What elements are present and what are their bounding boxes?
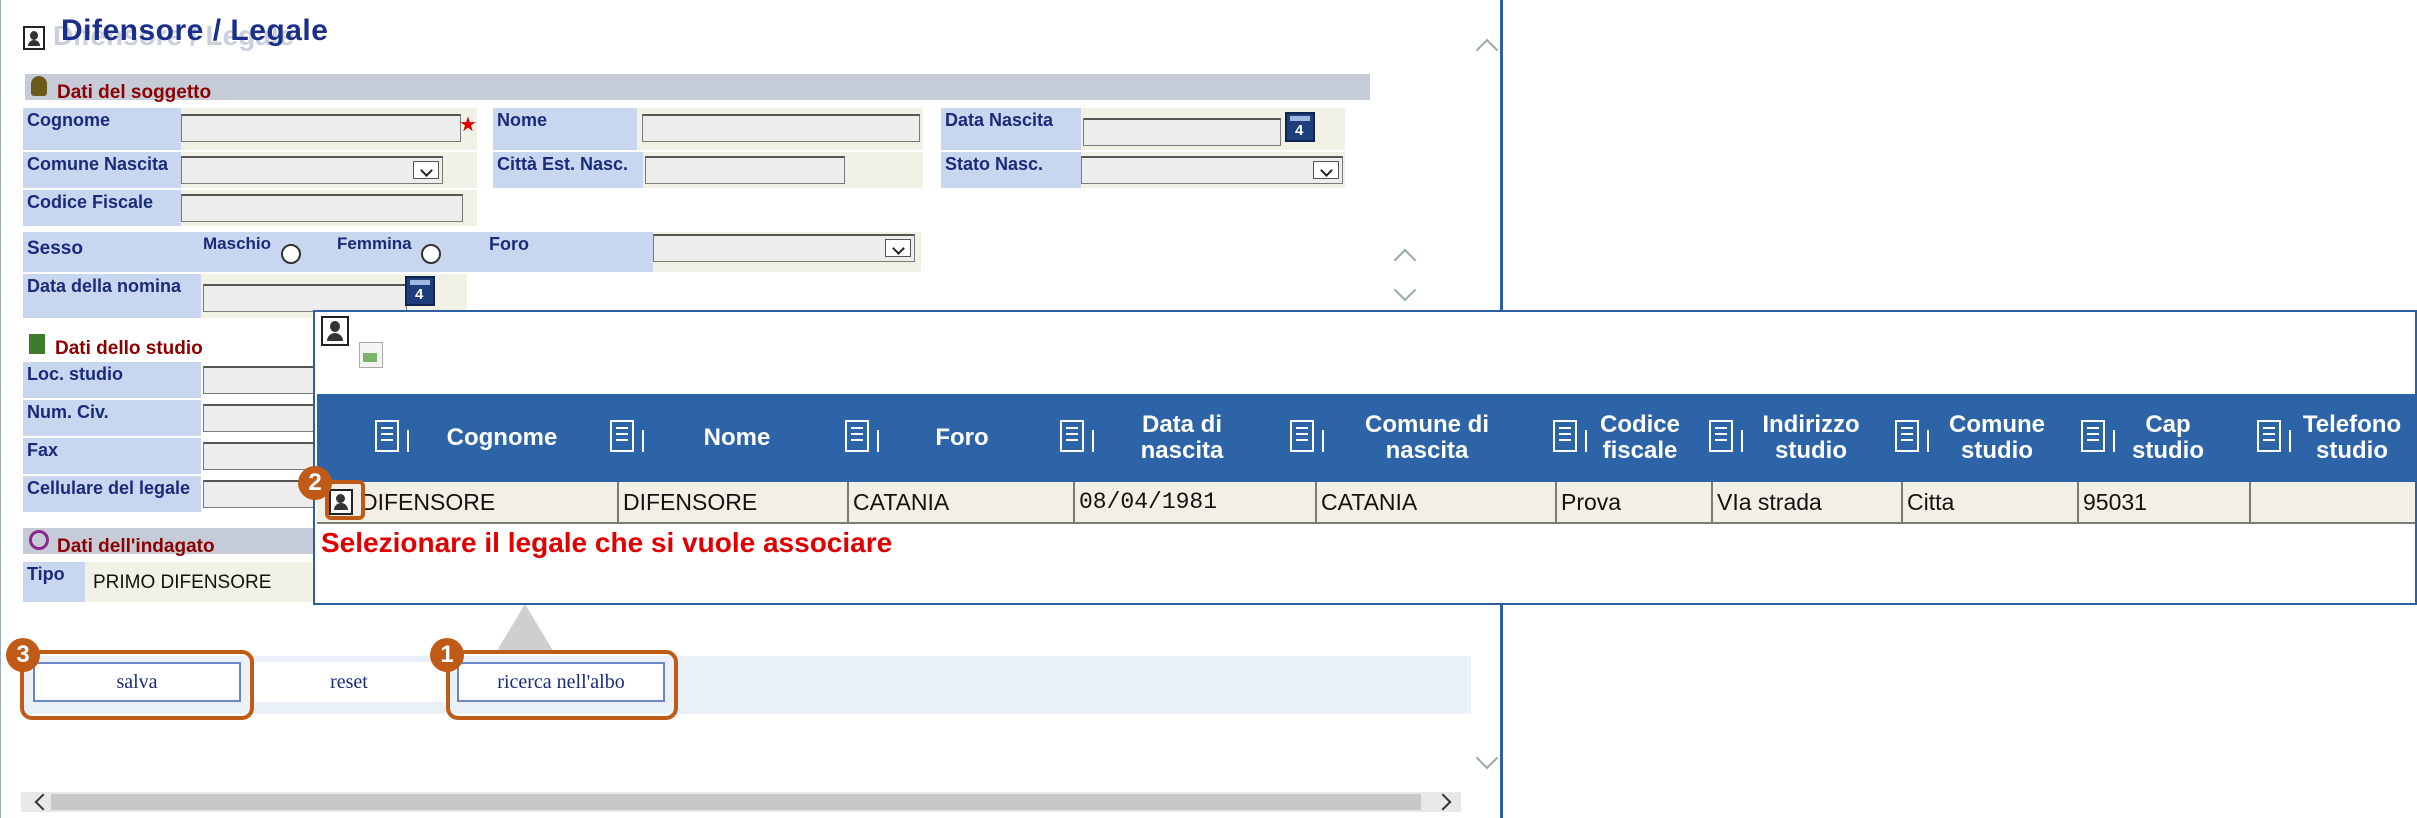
calendar-icon[interactable] xyxy=(1285,112,1315,142)
col-nome[interactable]: Nome xyxy=(602,394,832,482)
nome-label: Nome xyxy=(493,108,637,150)
scroll-down-icon[interactable] xyxy=(1475,746,1499,770)
tipo-label: Tipo xyxy=(23,562,85,602)
fax-label: Fax xyxy=(23,438,201,474)
femmina-label: Femmina xyxy=(337,234,412,253)
callout-salva xyxy=(20,650,254,720)
sort-icon[interactable] xyxy=(375,420,409,452)
cognome-input[interactable] xyxy=(181,114,461,142)
popup-pointer xyxy=(495,604,555,654)
sort-icon[interactable] xyxy=(1895,420,1929,452)
cell-data-nascita: 08/04/1981 xyxy=(1075,482,1317,522)
maschio-label: Maschio xyxy=(203,234,272,253)
loc-studio-input[interactable] xyxy=(203,366,315,394)
sort-icon[interactable] xyxy=(1553,420,1587,452)
albo-search-popup: Cognome Nome Foro Data di nascita Comune… xyxy=(313,310,2417,605)
col-telefono-studio[interactable]: Telefono studio xyxy=(2249,394,2415,482)
person-icon xyxy=(321,316,349,346)
cell-telefono-studio xyxy=(2251,482,2415,522)
table-row[interactable]: DIFENSORE DIFENSORE CATANIA 08/04/1981 C… xyxy=(317,482,2415,524)
indagato-icon xyxy=(29,530,49,550)
required-star-icon: ★ xyxy=(459,114,477,136)
inner-scroll-down-icon[interactable] xyxy=(1393,278,1417,302)
step-badge-3: 3 xyxy=(6,638,40,672)
sort-icon[interactable] xyxy=(845,420,879,452)
sort-icon[interactable] xyxy=(1060,420,1094,452)
page-title: Difensore / Legale xyxy=(61,14,329,47)
sort-icon[interactable] xyxy=(2257,420,2291,452)
col-cap-studio[interactable]: Cap studio xyxy=(2073,394,2223,482)
femmina-radio[interactable] xyxy=(421,244,441,264)
cell-indirizzo-studio: VIa strada xyxy=(1713,482,1903,522)
cell-cognome: DIFENSORE xyxy=(357,482,619,522)
codice-fiscale-label: Codice Fiscale xyxy=(23,190,181,226)
codice-fiscale-input[interactable] xyxy=(181,194,463,222)
stato-nasc-select[interactable] xyxy=(1081,156,1343,184)
scroll-thumb[interactable] xyxy=(51,794,1421,810)
citta-est-label: Città Est. Nasc. xyxy=(493,152,643,188)
chevron-down-icon[interactable] xyxy=(1313,161,1339,179)
broken-image-icon xyxy=(359,342,383,368)
comune-nascita-select[interactable] xyxy=(181,156,443,184)
step-badge-2: 2 xyxy=(298,466,332,500)
cell-nome: DIFENSORE xyxy=(619,482,849,522)
person-small-icon xyxy=(31,76,47,96)
num-civ-input[interactable] xyxy=(203,404,315,432)
data-nascita-input[interactable] xyxy=(1083,118,1281,146)
chevron-down-icon[interactable] xyxy=(413,161,439,179)
cellulare-label: Cellulare del legale xyxy=(23,476,201,512)
cell-codice-fiscale: Prova xyxy=(1557,482,1713,522)
citta-est-input[interactable] xyxy=(645,156,845,184)
calendar-icon[interactable] xyxy=(405,276,435,306)
num-civ-label: Num. Civ. xyxy=(23,400,201,436)
reset-button[interactable]: reset xyxy=(249,662,449,702)
loc-studio-label: Loc. studio xyxy=(23,362,201,398)
col-comune-studio[interactable]: Comune studio xyxy=(1887,394,2067,482)
sort-icon[interactable] xyxy=(2081,420,2115,452)
scroll-up-icon[interactable] xyxy=(1475,38,1499,62)
step-badge-1: 1 xyxy=(430,638,464,672)
sort-icon[interactable] xyxy=(1290,420,1324,452)
cell-foro: CATANIA xyxy=(849,482,1075,522)
col-data-nascita[interactable]: Data di nascita xyxy=(1052,394,1272,482)
horizontal-scrollbar[interactable] xyxy=(21,792,1461,812)
col-indirizzo-studio[interactable]: Indirizzo studio xyxy=(1701,394,1881,482)
results-table-header: Cognome Nome Foro Data di nascita Comune… xyxy=(317,394,2415,482)
indagato-section-title: Dati dell'indagato xyxy=(57,536,215,557)
callout-ricerca xyxy=(446,650,678,720)
foro-select[interactable] xyxy=(653,234,915,262)
col-cognome[interactable]: Cognome xyxy=(367,394,597,482)
fax-input[interactable] xyxy=(203,442,315,470)
tipo-value: PRIMO DIFENSORE xyxy=(93,572,272,593)
data-nomina-label: Data della nomina xyxy=(23,274,201,318)
maschio-radio[interactable] xyxy=(281,244,301,264)
col-foro[interactable]: Foro xyxy=(837,394,1047,482)
cell-comune-nascita: CATANIA xyxy=(1317,482,1557,522)
chevron-down-icon[interactable] xyxy=(885,239,911,257)
foro-label: Foro xyxy=(485,232,653,272)
soggetto-section-bar xyxy=(25,74,1370,100)
col-comune-nascita[interactable]: Comune di nascita xyxy=(1282,394,1532,482)
nome-input[interactable] xyxy=(642,114,920,142)
soggetto-section-title: Dati del soggetto xyxy=(57,82,212,103)
data-nascita-label: Data Nascita xyxy=(941,108,1081,150)
person-icon xyxy=(23,26,45,50)
cell-comune-studio: Citta xyxy=(1903,482,2079,522)
selection-hint: Selezionare il legale che si vuole assoc… xyxy=(321,527,893,558)
cell-cap-studio: 95031 xyxy=(2079,482,2251,522)
studio-section-title: Dati dello studio xyxy=(55,338,203,359)
comune-nascita-label: Comune Nascita xyxy=(23,152,181,188)
stato-nasc-label: Stato Nasc. xyxy=(941,152,1081,188)
data-nomina-input[interactable] xyxy=(203,284,407,312)
sort-icon[interactable] xyxy=(610,420,644,452)
inner-scroll-up-icon[interactable] xyxy=(1393,248,1417,272)
cognome-label: Cognome xyxy=(23,108,181,150)
col-codice-fiscale[interactable]: Codice fiscale xyxy=(1545,394,1695,482)
sesso-label: Sesso xyxy=(23,232,201,272)
sort-icon[interactable] xyxy=(1709,420,1743,452)
building-icon xyxy=(29,334,45,354)
